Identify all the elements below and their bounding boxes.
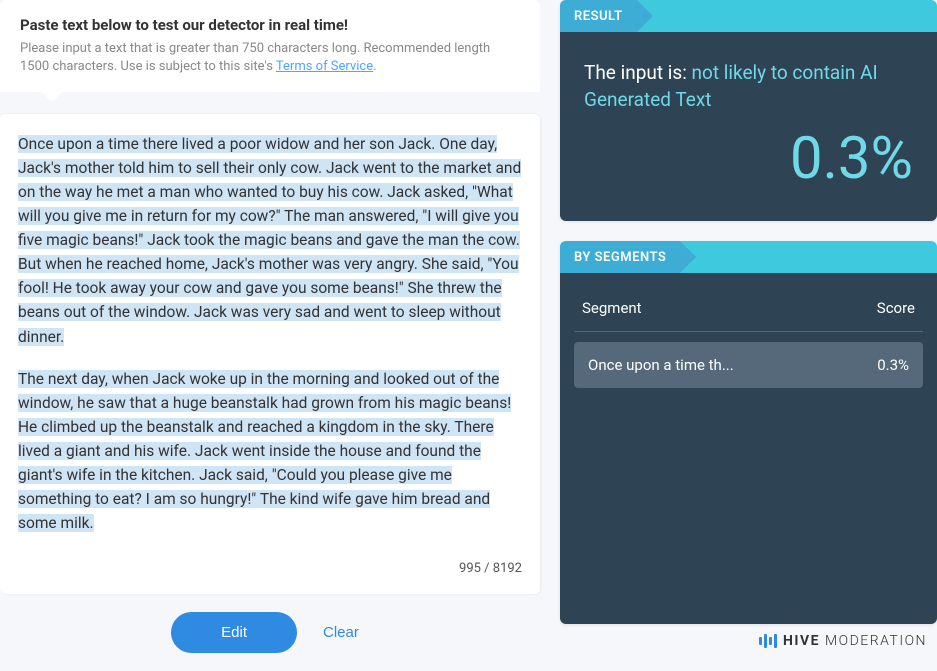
result-header: RESULT: [560, 0, 937, 32]
result-percentage: 0.3%: [584, 125, 913, 193]
brand-bold: HIVE: [783, 633, 820, 649]
input-paragraph-1: Once upon a time there lived a poor wido…: [18, 135, 521, 345]
result-text: The input is: not likely to contain AI G…: [584, 60, 913, 113]
segment-row-text: Once upon a time th...: [588, 356, 734, 374]
instructions-title: Paste text below to test our detector in…: [20, 16, 520, 34]
terms-of-service-link[interactable]: Terms of Service: [276, 59, 373, 74]
speech-triangle: [40, 90, 64, 102]
result-prefix: The input is:: [584, 61, 692, 84]
segments-card: BY SEGMENTS Segment Score Once upon a ti…: [560, 241, 937, 624]
clear-button[interactable]: Clear: [313, 612, 369, 653]
instructions-header: Paste text below to test our detector in…: [0, 0, 540, 92]
button-row: Edit Clear: [0, 594, 540, 671]
brand-footer: HIVE MODERATION: [759, 633, 927, 649]
character-counter: 995 / 8192: [18, 561, 522, 576]
segments-divider: [574, 331, 923, 332]
segments-col-segment: Segment: [582, 299, 642, 317]
brand-light: MODERATION: [825, 633, 927, 649]
left-panel: Paste text below to test our detector in…: [0, 0, 540, 624]
segment-row[interactable]: Once upon a time th... 0.3%: [574, 342, 923, 388]
segments-header-label: BY SEGMENTS: [560, 241, 680, 273]
segments-col-score: Score: [877, 299, 915, 317]
text-input-area[interactable]: Once upon a time there lived a poor wido…: [0, 114, 540, 593]
segments-table-header: Segment Score: [574, 293, 923, 331]
segments-body: Segment Score Once upon a time th... 0.3…: [560, 273, 937, 624]
input-paragraph-2: The next day, when Jack woke up in the m…: [18, 370, 511, 532]
instructions-description: Please input a text that is greater than…: [20, 40, 520, 76]
result-header-label: RESULT: [560, 0, 637, 32]
text-content: Once upon a time there lived a poor wido…: [18, 132, 522, 552]
segment-row-score: 0.3%: [877, 356, 909, 374]
result-body: The input is: not likely to contain AI G…: [560, 32, 937, 221]
segments-header: BY SEGMENTS: [560, 241, 937, 273]
result-card: RESULT The input is: not likely to conta…: [560, 0, 937, 221]
hive-logo-icon: [759, 634, 777, 648]
edit-button[interactable]: Edit: [171, 612, 297, 653]
right-panel: RESULT The input is: not likely to conta…: [560, 0, 937, 624]
